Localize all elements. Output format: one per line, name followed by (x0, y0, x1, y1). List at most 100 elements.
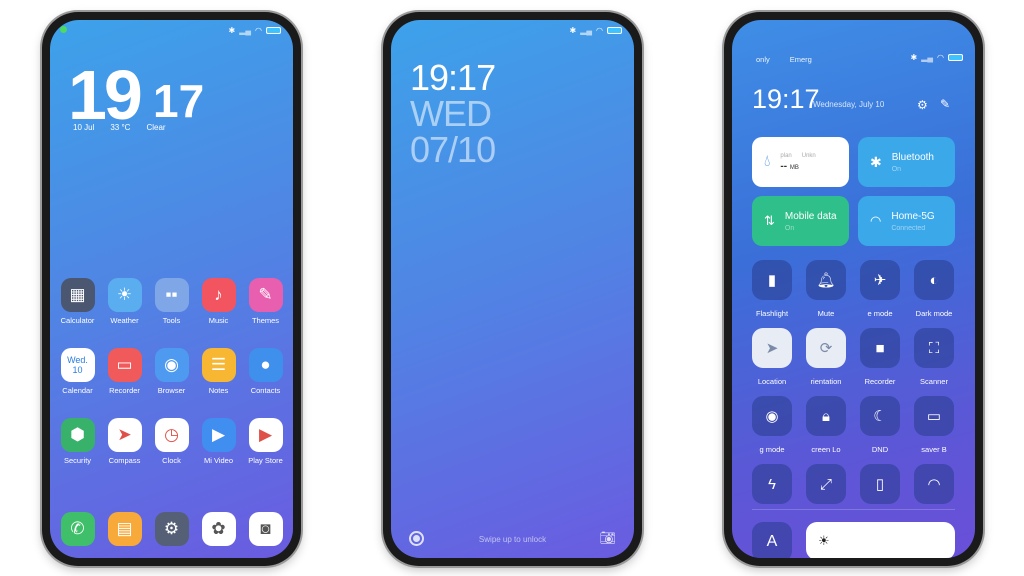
battery-icon (948, 54, 963, 61)
toggle-bell[interactable]: 🔔︎ Mute (806, 260, 846, 318)
divider (752, 509, 955, 510)
app-label: Browser (157, 386, 186, 395)
app-label: Contacts (250, 386, 281, 395)
lock-date: 07/10 (410, 129, 496, 170)
data-unit: MB (789, 164, 799, 171)
toggle-label: DND (871, 445, 889, 454)
toggle-lock[interactable]: 🔒︎ creen Lo (806, 396, 846, 454)
toggle-label: Recorder (864, 377, 896, 386)
toggle-dark-mode[interactable]: ◐ Dark mode (914, 260, 954, 318)
bluetooth-icon: ✱ (870, 153, 882, 170)
toggle-label: Mute (817, 309, 835, 318)
contacts-icon: ● (248, 348, 283, 382)
edit-icon[interactable]: ✎ (940, 97, 950, 111)
toggle-vibrate[interactable]: ▯ (860, 464, 900, 504)
weather-widget[interactable]: 10 Jul 33 °C Clear (73, 123, 166, 132)
weather-condition: Clear (146, 123, 166, 132)
wifi-icon: ◠ (937, 53, 944, 62)
camera-icon[interactable]: ◙ (248, 512, 283, 546)
water-drop-icon: 💧︎ (764, 153, 771, 170)
app-notes[interactable]: ☰ Notes (195, 348, 242, 396)
messages-icon[interactable]: ▤ (107, 512, 142, 546)
toggle-battery-saver[interactable]: ▭ saver B (914, 396, 954, 454)
app-recorder[interactable]: ▭ Recorder (101, 348, 148, 396)
toggle-hotspot[interactable]: ◠ (914, 464, 954, 504)
calculator-icon: ▦ (60, 278, 95, 312)
app-calculator[interactable]: ▦ Calculator (54, 278, 101, 326)
app-calendar[interactable]: Wed. 10 Calendar (54, 348, 101, 396)
moon-icon: ☾ (860, 396, 900, 436)
resize-icon: ⤢ (806, 464, 846, 504)
bell-icon: 🔔︎ (806, 260, 846, 300)
app-mi-video[interactable]: ▶ Mi Video (195, 418, 242, 466)
phone-lock: ✱ ▂▄ ◠ 19:17 WED 07/10 Swipe up to unlock … (383, 12, 642, 566)
app-browser[interactable]: ◉ Browser (148, 348, 195, 396)
battery-saver-icon: ▭ (914, 396, 954, 436)
toggle-label: g mode (759, 445, 785, 454)
toggle-eye[interactable]: ◉ g mode (752, 396, 792, 454)
bluetooth-icon: ✱ (228, 26, 236, 35)
gallery-icon[interactable]: ✿ (201, 512, 236, 546)
eye-icon: ◉ (752, 396, 792, 436)
lock-screen[interactable]: ✱ ▂▄ ◠ 19:17 WED 07/10 Swipe up to unlock … (391, 20, 634, 558)
app-label: Security (63, 456, 92, 465)
app-tools[interactable]: ▪▪ Tools (148, 278, 195, 326)
data-usage-tile[interactable]: 💧︎ plan Unkn -- MB (752, 137, 849, 187)
dock: ✆ ▤ ⚙ ✿ ◙ (54, 512, 289, 546)
settings-icon[interactable]: ⚙ (154, 512, 189, 546)
video-icon: ▶ (201, 418, 236, 452)
brightness-slider[interactable]: ☀ (806, 522, 955, 558)
phone-home: ✱ ▂▄ ◠ 19 17 10 Jul 33 °C Clear ▦ Calculator ☀… (42, 12, 301, 566)
toggle-video-recorder[interactable]: ■ Recorder (860, 328, 900, 386)
temperature: 33 °C (110, 123, 131, 132)
toggle-flash[interactable]: ϟ (752, 464, 792, 504)
battery-icon (607, 27, 622, 34)
app-contacts[interactable]: ● Contacts (242, 348, 289, 396)
airplane-icon: ✈ (860, 260, 900, 300)
toggle-location[interactable]: ➤ Location (752, 328, 792, 386)
toggle-resize[interactable]: ⤢ (806, 464, 846, 504)
clock-minute[interactable]: 17 (153, 78, 204, 124)
wifi-tile[interactable]: ◠ Home-5G Connected (858, 196, 955, 246)
data-plan-status: Unkn (801, 152, 816, 159)
sun-icon: ☀ (818, 533, 830, 548)
app-weather[interactable]: ☀ Weather (101, 278, 148, 326)
camera-shortcut-icon[interactable]: 📷︎ (599, 530, 616, 546)
bluetooth-status: On (891, 165, 902, 173)
settings-icon[interactable]: ⚙ (917, 98, 928, 112)
bluetooth-tile[interactable]: ✱ Bluetooth On (858, 137, 955, 187)
notification-dot (60, 26, 67, 33)
toggle-moon[interactable]: ☾ DND (860, 396, 900, 454)
carrier-1: only (756, 55, 770, 64)
app-play-store[interactable]: ▶ Play Store (242, 418, 289, 466)
wifi-status: Connected (891, 224, 926, 232)
toggle-airplane[interactable]: ✈ e mode (860, 260, 900, 318)
music-icon: ♪ (201, 278, 236, 312)
home-screen: ✱ ▂▄ ◠ 19 17 10 Jul 33 °C Clear ▦ Calculator ☀… (50, 20, 293, 558)
toggle-scanner[interactable]: ⛶ Scanner (914, 328, 954, 386)
mobile-data-tile[interactable]: ⇅ Mobile data On (752, 196, 849, 246)
app-security[interactable]: ⬢ Security (54, 418, 101, 466)
phone-icon[interactable]: ✆ (60, 512, 95, 546)
app-music[interactable]: ♪ Music (195, 278, 242, 326)
auto-brightness-button[interactable]: A (752, 522, 792, 558)
mobile-data-status: On (784, 224, 795, 232)
status-bar: ✱ ▂▄ ◠ (228, 26, 281, 35)
data-plan-label: plan (780, 152, 792, 159)
wifi-icon: ◠ (255, 26, 262, 35)
unlock-hint: Swipe up to unlock (478, 535, 547, 544)
video-recorder-icon: ■ (860, 328, 900, 368)
toggle-rotation-lock[interactable]: ⟳ rientation (806, 328, 846, 386)
toggle-label: creen Lo (811, 445, 841, 454)
app-themes[interactable]: ✎ Themes (242, 278, 289, 326)
app-label: Music (208, 316, 229, 325)
location-icon: ➤ (752, 328, 792, 368)
status-bar: ✱ ▂▄ ◠ (910, 53, 963, 62)
clock-hour[interactable]: 19 (68, 60, 143, 130)
app-compass[interactable]: ➤ Compass (101, 418, 148, 466)
toggle-label: Flashlight (755, 309, 789, 318)
toggle-label: Scanner (920, 377, 948, 386)
toggle-flashlight[interactable]: ▮ Flashlight (752, 260, 792, 318)
app-clock[interactable]: ◷ Clock (148, 418, 195, 466)
wifi-icon: ◠ (596, 26, 603, 35)
